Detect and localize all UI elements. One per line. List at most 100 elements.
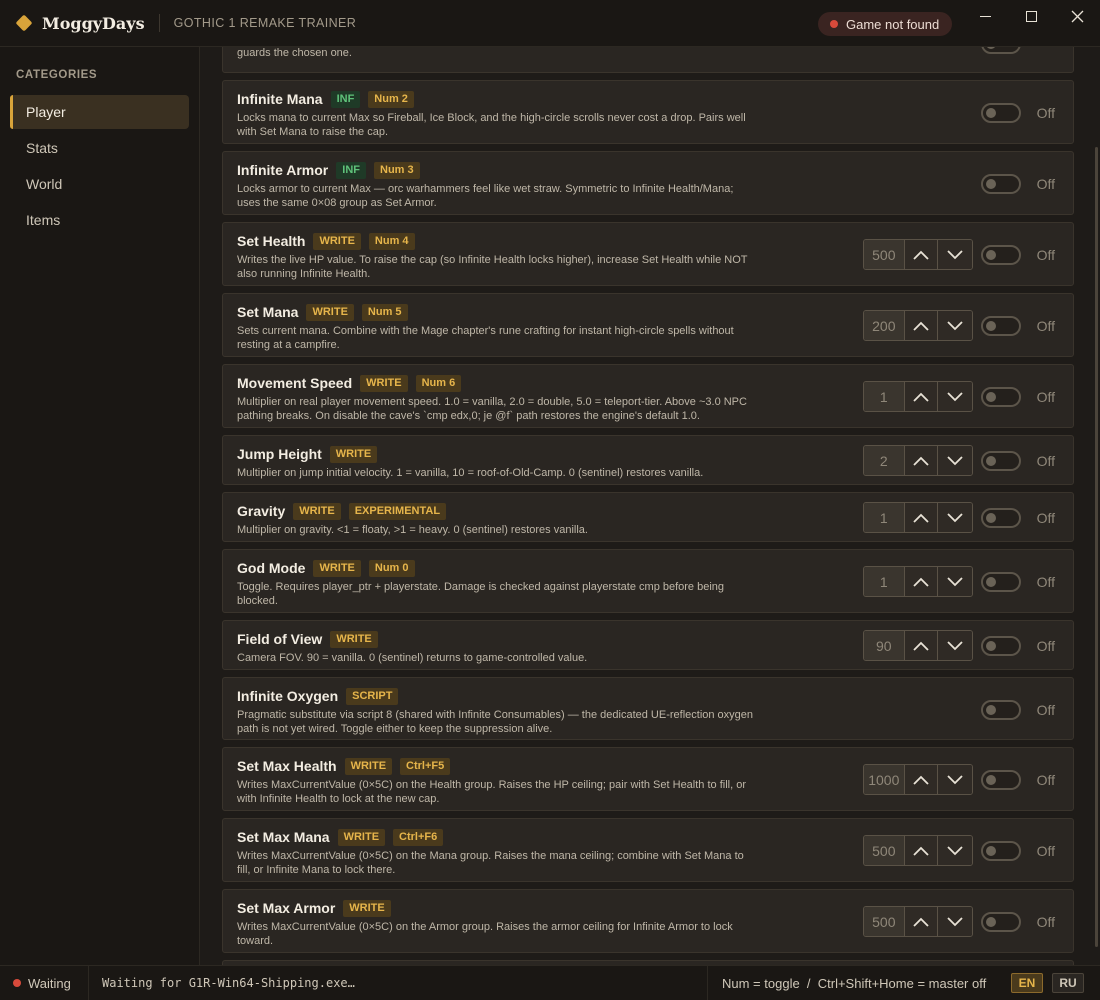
cheat-toggle[interactable]	[981, 508, 1021, 528]
increment-button[interactable]	[904, 311, 939, 340]
cheat-toggle[interactable]	[981, 912, 1021, 932]
cheat-toggle[interactable]	[981, 316, 1021, 336]
cheat-title: God Mode	[237, 560, 306, 576]
decrement-button[interactable]	[938, 631, 972, 660]
chevron-up-icon	[913, 577, 929, 587]
cheat-toggle[interactable]	[981, 770, 1021, 790]
hotkey-badge: Ctrl+F6	[393, 828, 444, 846]
cheat-title-row: Set Max Health WRITE Ctrl+F5	[237, 757, 458, 775]
decrement-button[interactable]	[938, 240, 972, 269]
type-badge: WRITE	[360, 374, 408, 392]
minimize-button[interactable]	[962, 0, 1008, 32]
increment-button[interactable]	[904, 446, 939, 475]
status-log: Waiting for G1R-Win64-Shipping.exe…	[102, 976, 355, 990]
cheat-toggle[interactable]	[981, 841, 1021, 861]
cheat-title-row: Gravity WRITE EXPERIMENTAL	[237, 502, 454, 520]
increment-button[interactable]	[904, 240, 939, 269]
value-input[interactable]: 200	[864, 311, 905, 340]
cheat-card: Locks HP to current Max every tick. Dama…	[222, 47, 1074, 73]
cheat-title: Infinite Oxygen	[237, 688, 339, 704]
toggle-knob	[986, 321, 996, 331]
value-input[interactable]: 1	[864, 503, 905, 532]
scrollbar[interactable]	[1095, 147, 1098, 947]
value-input[interactable]: 500	[864, 240, 905, 269]
toggle-state-label: Off	[1036, 574, 1055, 590]
value-input[interactable]: 2	[864, 446, 905, 475]
decrement-button[interactable]	[938, 503, 972, 532]
value-stepper: 200	[863, 310, 973, 341]
toggle-knob	[986, 392, 996, 402]
value-input[interactable]: 500	[864, 836, 905, 865]
toggle-state-label: Off	[1036, 318, 1055, 334]
cheat-toggle[interactable]	[981, 174, 1021, 194]
cheat-title-row: God Mode WRITE Num 0	[237, 559, 423, 577]
cheat-toggle[interactable]	[981, 451, 1021, 471]
sidebar-item-label: Player	[26, 104, 66, 120]
increment-button[interactable]	[904, 503, 939, 532]
cheat-toggle[interactable]	[981, 699, 1021, 720]
app-title: GOTHIC 1 REMAKE TRAINER	[173, 16, 357, 30]
toggle-state-label: Off	[1036, 105, 1055, 121]
close-button[interactable]	[1054, 0, 1100, 32]
cheat-toggle[interactable]	[981, 387, 1021, 407]
hotkey-badge: Num 4	[368, 232, 415, 250]
chevron-up-icon	[913, 456, 929, 466]
cheat-title-row: Movement Speed WRITE Num 6	[237, 374, 469, 392]
value-input[interactable]: 1000	[864, 765, 905, 794]
increment-button[interactable]	[904, 631, 939, 660]
value-input[interactable]: 1	[864, 382, 905, 411]
toggle-knob	[986, 47, 996, 49]
cheat-toggle[interactable]	[981, 103, 1021, 123]
toggle-knob	[986, 917, 996, 927]
maximize-button[interactable]	[1008, 0, 1054, 32]
cheat-toggle[interactable]	[981, 245, 1021, 265]
cheat-title: Set Max Mana	[237, 829, 330, 845]
chevron-down-icon	[947, 576, 963, 586]
toggle-knob	[986, 179, 996, 189]
sidebar-item-stats[interactable]: Stats	[10, 131, 189, 165]
chevron-up-icon	[913, 250, 929, 260]
increment-button[interactable]	[904, 836, 939, 865]
cheat-title-row: Set Mana WRITE Num 5	[237, 303, 416, 321]
toggle-state-label: Off	[1036, 914, 1055, 930]
cheat-title-row: Set Max Armor WRITE	[237, 899, 399, 917]
value-input[interactable]: 90	[864, 631, 905, 660]
status-divider	[707, 966, 708, 1000]
cheat-title-row: Infinite Mana INF Num 2	[237, 90, 422, 108]
close-icon	[1071, 10, 1083, 22]
value-input[interactable]: 1	[864, 567, 905, 596]
decrement-button[interactable]	[938, 907, 972, 936]
increment-button[interactable]	[904, 382, 939, 411]
increment-button[interactable]	[904, 907, 939, 936]
cheat-toggle[interactable]	[981, 636, 1021, 656]
hotkey-badge: Num 5	[361, 303, 408, 321]
increment-button[interactable]	[904, 765, 939, 794]
cheat-title-row: Set Health WRITE Num 4	[237, 232, 423, 250]
toggle-knob	[986, 775, 996, 785]
cheat-toggle[interactable]	[981, 47, 1021, 54]
decrement-button[interactable]	[938, 765, 972, 794]
decrement-button[interactable]	[938, 382, 972, 411]
language-en-button[interactable]: EN	[1011, 973, 1043, 993]
decrement-button[interactable]	[938, 836, 972, 865]
toggle-knob	[986, 513, 996, 523]
cheat-toggle[interactable]	[981, 572, 1021, 592]
sidebar-item-world[interactable]: World	[10, 167, 189, 201]
type-badge: INF	[336, 161, 366, 179]
maximize-icon	[1025, 10, 1037, 22]
cheat-title-row: Set Max Mana WRITE Ctrl+F6	[237, 828, 451, 846]
language-ru-button[interactable]: RU	[1052, 973, 1084, 993]
decrement-button[interactable]	[938, 567, 972, 596]
value-stepper: 1	[863, 502, 973, 533]
cheat-description: Writes MaxCurrentValue (0×5C) on the Man…	[237, 850, 744, 876]
cheat-list[interactable]: Locks HP to current Max every tick. Dama…	[200, 47, 1100, 965]
decrement-button[interactable]	[938, 311, 972, 340]
value-input[interactable]: 500	[864, 907, 905, 936]
cheat-title: Jump Height	[237, 446, 322, 462]
sidebar-item-items[interactable]: Items	[10, 203, 189, 237]
decrement-button[interactable]	[938, 446, 972, 475]
sidebar-item-player[interactable]: Player	[10, 95, 189, 129]
increment-button[interactable]	[904, 567, 939, 596]
cheat-card: Jump Height WRITE Multiplier on jump initi…	[222, 435, 1074, 485]
game-status-text: Game not found	[846, 16, 940, 32]
